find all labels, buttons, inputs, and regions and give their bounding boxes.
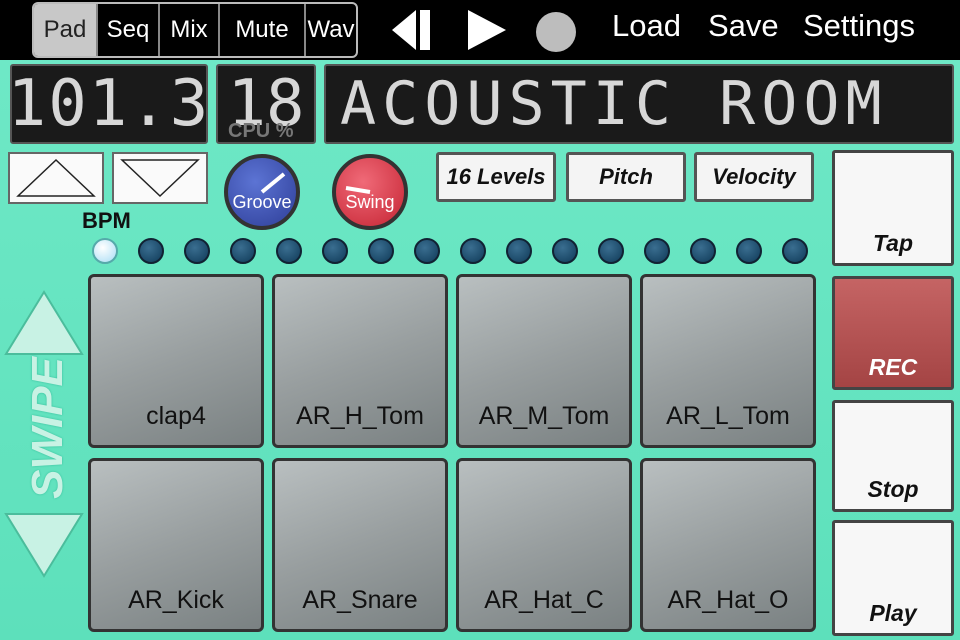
pad-label: AR_Kick (128, 586, 224, 614)
pad-label: AR_M_Tom (478, 402, 610, 430)
pad-3[interactable]: AR_M_Tom (456, 274, 632, 448)
step-led (506, 238, 532, 264)
bpm-down-button[interactable] (112, 152, 208, 204)
step-led (460, 238, 486, 264)
pad-panel: 101.3 18 CPU % ACOUSTIC ROOM BPM Groove … (0, 60, 960, 640)
triangle-up-icon (16, 158, 96, 197)
step-led (552, 238, 578, 264)
pad-1[interactable]: clap4 (88, 274, 264, 448)
rec-button[interactable]: REC (832, 276, 954, 390)
step-led (138, 238, 164, 264)
pad-label: AR_Snare (302, 586, 418, 614)
bpm-label: BPM (82, 208, 131, 233)
play-icon (468, 10, 506, 50)
step-led (322, 238, 348, 264)
tab-pad[interactable]: Pad (34, 4, 98, 56)
kit-name-display: ACOUSTIC ROOM (324, 64, 954, 144)
step-led (92, 238, 118, 264)
swipe-control[interactable]: SWIPE (0, 288, 90, 578)
step-led (598, 238, 624, 264)
step-led (230, 238, 256, 264)
swing-label: Swing (345, 192, 395, 212)
pad-5[interactable]: AR_Kick (88, 458, 264, 632)
pad-label: AR_L_Tom (666, 402, 790, 430)
tab-mute[interactable]: Mute (220, 4, 306, 56)
pad-6[interactable]: AR_Snare (272, 458, 448, 632)
tab-mix[interactable]: Mix (160, 4, 220, 56)
mode-tabs: Pad Seq Mix Mute Wav (32, 2, 358, 58)
pad-7[interactable]: AR_Hat_C (456, 458, 632, 632)
step-led (414, 238, 440, 264)
record-top-button[interactable] (536, 12, 576, 52)
play-button[interactable]: Play (832, 520, 954, 636)
pad-label: AR_H_Tom (296, 402, 424, 430)
triangle-down-icon (120, 159, 200, 198)
tab-wav[interactable]: Wav (306, 4, 356, 56)
step-led (690, 238, 716, 264)
save-menu[interactable]: Save (708, 8, 779, 44)
load-menu[interactable]: Load (612, 8, 681, 44)
pad-label: AR_Hat_O (667, 586, 789, 614)
tap-button[interactable]: Tap (832, 150, 954, 266)
16-levels-button[interactable]: 16 Levels (436, 152, 556, 202)
step-led (736, 238, 762, 264)
pad-label: clap4 (146, 402, 206, 430)
tab-seq[interactable]: Seq (98, 4, 160, 56)
bpm-up-button[interactable] (8, 152, 104, 204)
groove-label: Groove (232, 192, 292, 212)
step-led (644, 238, 670, 264)
step-led (276, 238, 302, 264)
play-top-button[interactable] (464, 8, 510, 52)
pad-label: AR_Hat_C (484, 586, 604, 614)
step-led (368, 238, 394, 264)
swing-knob[interactable]: Swing (332, 154, 408, 230)
skip-back-button[interactable] (388, 8, 434, 52)
step-led (782, 238, 808, 264)
pad-8[interactable]: AR_Hat_O (640, 458, 816, 632)
pad-4[interactable]: AR_L_Tom (640, 274, 816, 448)
pad-2[interactable]: AR_H_Tom (272, 274, 448, 448)
groove-knob[interactable]: Groove (224, 154, 300, 230)
cpu-label: CPU % (228, 120, 294, 142)
velocity-button[interactable]: Velocity (694, 152, 814, 202)
step-indicators (92, 238, 816, 266)
pitch-button[interactable]: Pitch (566, 152, 686, 202)
bpm-display: 101.3 (10, 64, 208, 144)
stop-button[interactable]: Stop (832, 400, 954, 512)
step-led (184, 238, 210, 264)
top-bar: Pad Seq Mix Mute Wav Load Save Settings (0, 0, 960, 60)
skip-back-icon (392, 10, 430, 50)
settings-menu[interactable]: Settings (803, 8, 915, 44)
swipe-label: SWIPE (23, 357, 72, 499)
